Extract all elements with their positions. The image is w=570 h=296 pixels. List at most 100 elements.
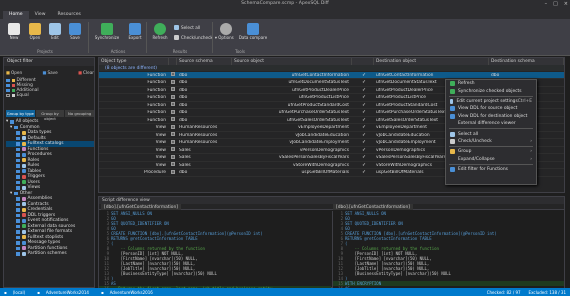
column-header[interactable]: Destination schema	[489, 58, 564, 65]
checkbox[interactable]	[6, 88, 10, 93]
difference-check-icon[interactable]: ✓	[362, 80, 366, 85]
row-checkbox[interactable]	[171, 132, 175, 136]
difference-check-icon[interactable]: ✓	[362, 95, 366, 100]
menu-item-ddl-destination[interactable]: View DDL for destination object	[446, 113, 536, 120]
edit-button[interactable]: Edit	[44, 21, 66, 48]
checkbox[interactable]	[16, 252, 20, 256]
tree-node[interactable]: Partition schemes	[6, 251, 94, 257]
checkbox[interactable]	[14, 125, 18, 129]
menu-item-synchronize[interactable]: Synchronize checked objects	[446, 87, 536, 94]
row-checkbox[interactable]	[171, 117, 175, 121]
menu-item-check-uncheck[interactable]: Check/Uncheck	[446, 138, 536, 145]
menu-item-group[interactable]: Group	[446, 148, 536, 155]
filter-equal[interactable]: Equal	[6, 93, 39, 98]
refresh-button[interactable]: Refresh	[149, 21, 171, 48]
close-icon[interactable]: ×	[564, 1, 568, 7]
column-header[interactable]	[352, 58, 374, 65]
row-checkbox[interactable]	[171, 124, 175, 129]
row-checkbox[interactable]	[171, 102, 175, 106]
checkbox[interactable]	[16, 158, 20, 162]
checkbox[interactable]	[16, 230, 20, 234]
difference-check-icon[interactable]: ✓	[362, 133, 366, 138]
checkbox[interactable]	[16, 136, 20, 140]
open-button[interactable]: Open	[24, 21, 46, 48]
right-script-tab[interactable]: [dbo].[ufnGetContactInformation]	[333, 204, 413, 210]
open-filter-button[interactable]: ■ Open	[6, 68, 22, 76]
row-checkbox[interactable]	[171, 94, 175, 99]
options-button[interactable]: Options	[215, 21, 237, 48]
difference-check-icon[interactable]: ✓	[362, 148, 366, 153]
maximize-icon[interactable]: □	[553, 1, 558, 7]
checkbox[interactable]	[16, 235, 20, 239]
tab-no-grouping[interactable]: No grouping	[65, 110, 95, 117]
clear-filter-button[interactable]: ■ Clear	[78, 68, 94, 76]
checkbox[interactable]	[6, 78, 10, 83]
column-header[interactable]: Source schema	[177, 58, 232, 65]
checkbox[interactable]	[16, 153, 20, 157]
source-script-pane[interactable]: 1 SET ANSI_NULLS ON 2 GO 3 SET QUOTED_IDENTIF…	[99, 211, 331, 288]
left-script-tab[interactable]: [dbo].[ufnGetContactInformation]	[101, 204, 181, 210]
tab-home[interactable]: Home	[3, 11, 29, 19]
checkbox[interactable]	[16, 169, 20, 173]
row-checkbox[interactable]	[171, 147, 175, 151]
checkbox[interactable]	[16, 142, 20, 146]
row-checkbox[interactable]	[171, 87, 175, 91]
tab-group-by-type[interactable]: Group by type	[6, 110, 35, 117]
column-header[interactable]: Object type	[99, 58, 169, 65]
difference-check-icon[interactable]: ✓	[362, 163, 366, 168]
save-filter-button[interactable]: ■ Save	[42, 68, 57, 76]
difference-check-icon[interactable]: ✓	[362, 73, 366, 78]
tab-view[interactable]: View	[29, 11, 52, 19]
menu-item-edit-settings[interactable]: Edit current project settings Ctrl+E	[446, 98, 536, 105]
checkbox[interactable]	[16, 180, 20, 184]
difference-check-icon[interactable]: ✓	[362, 88, 366, 93]
destination-script-pane[interactable]: 1 SET ANSI_NULLS ON 2 GO 3 SET QUOTED_IDENTIF…	[332, 211, 564, 288]
checkbox[interactable]	[16, 246, 20, 250]
check-uncheck-button[interactable]: Check/uncheck ▾	[174, 35, 217, 40]
checkbox[interactable]	[16, 197, 20, 201]
checkbox[interactable]	[16, 164, 20, 168]
menu-item-refresh[interactable]: Refresh	[446, 80, 536, 87]
checkbox[interactable]	[6, 93, 10, 98]
difference-check-icon[interactable]: ✓	[362, 155, 366, 160]
column-header[interactable]: Source object	[232, 58, 352, 65]
row-checkbox[interactable]	[171, 139, 175, 144]
group-band[interactable]: (8 objects are different)	[99, 65, 564, 71]
menu-item-external-viewer[interactable]: External difference viewer	[446, 120, 536, 127]
row-checkbox[interactable]	[171, 154, 175, 159]
column-header[interactable]	[169, 58, 177, 65]
difference-check-icon[interactable]: ✓	[362, 110, 366, 115]
minimize-icon[interactable]: –	[545, 1, 548, 7]
checkbox[interactable]	[16, 202, 20, 206]
difference-check-icon[interactable]: ✓	[362, 118, 366, 123]
checkbox[interactable]	[10, 120, 14, 124]
save-button[interactable]: Save	[64, 21, 86, 48]
export-button[interactable]: Export	[124, 21, 146, 48]
column-header[interactable]: Destination object	[374, 58, 489, 65]
difference-check-icon[interactable]: ✓	[362, 140, 366, 145]
menu-item-expand-collapse[interactable]: Expand/Collapse	[446, 156, 536, 163]
checkbox[interactable]	[16, 131, 20, 135]
checkbox[interactable]	[16, 224, 20, 228]
checkbox[interactable]	[14, 191, 18, 195]
checkbox[interactable]	[16, 219, 20, 223]
row-checkbox[interactable]	[171, 72, 175, 76]
row-checkbox[interactable]	[171, 169, 175, 174]
row-checkbox[interactable]	[171, 109, 175, 114]
difference-check-icon[interactable]: ✓	[362, 170, 366, 175]
row-checkbox[interactable]	[171, 162, 175, 166]
checkbox[interactable]	[16, 186, 20, 190]
synchronize-button[interactable]: Synchronize	[92, 21, 122, 48]
difference-check-icon[interactable]: ✓	[362, 125, 366, 130]
data-compare-button[interactable]: Data compare	[238, 21, 268, 48]
tab-group-by-object[interactable]: Group by object	[35, 110, 65, 121]
menu-item-ddl-source[interactable]: View DDL for source object	[446, 105, 536, 112]
row-checkbox[interactable]	[171, 79, 175, 84]
select-all-button[interactable]: Select all	[174, 25, 200, 30]
checkbox[interactable]	[16, 147, 20, 151]
checkbox[interactable]	[16, 213, 20, 217]
menu-item-edit-filter[interactable]: Edit filter for Functions	[446, 166, 536, 173]
checkbox[interactable]	[16, 208, 20, 212]
checkbox[interactable]	[6, 83, 10, 88]
menu-item-select-all[interactable]: Select all	[446, 130, 536, 137]
